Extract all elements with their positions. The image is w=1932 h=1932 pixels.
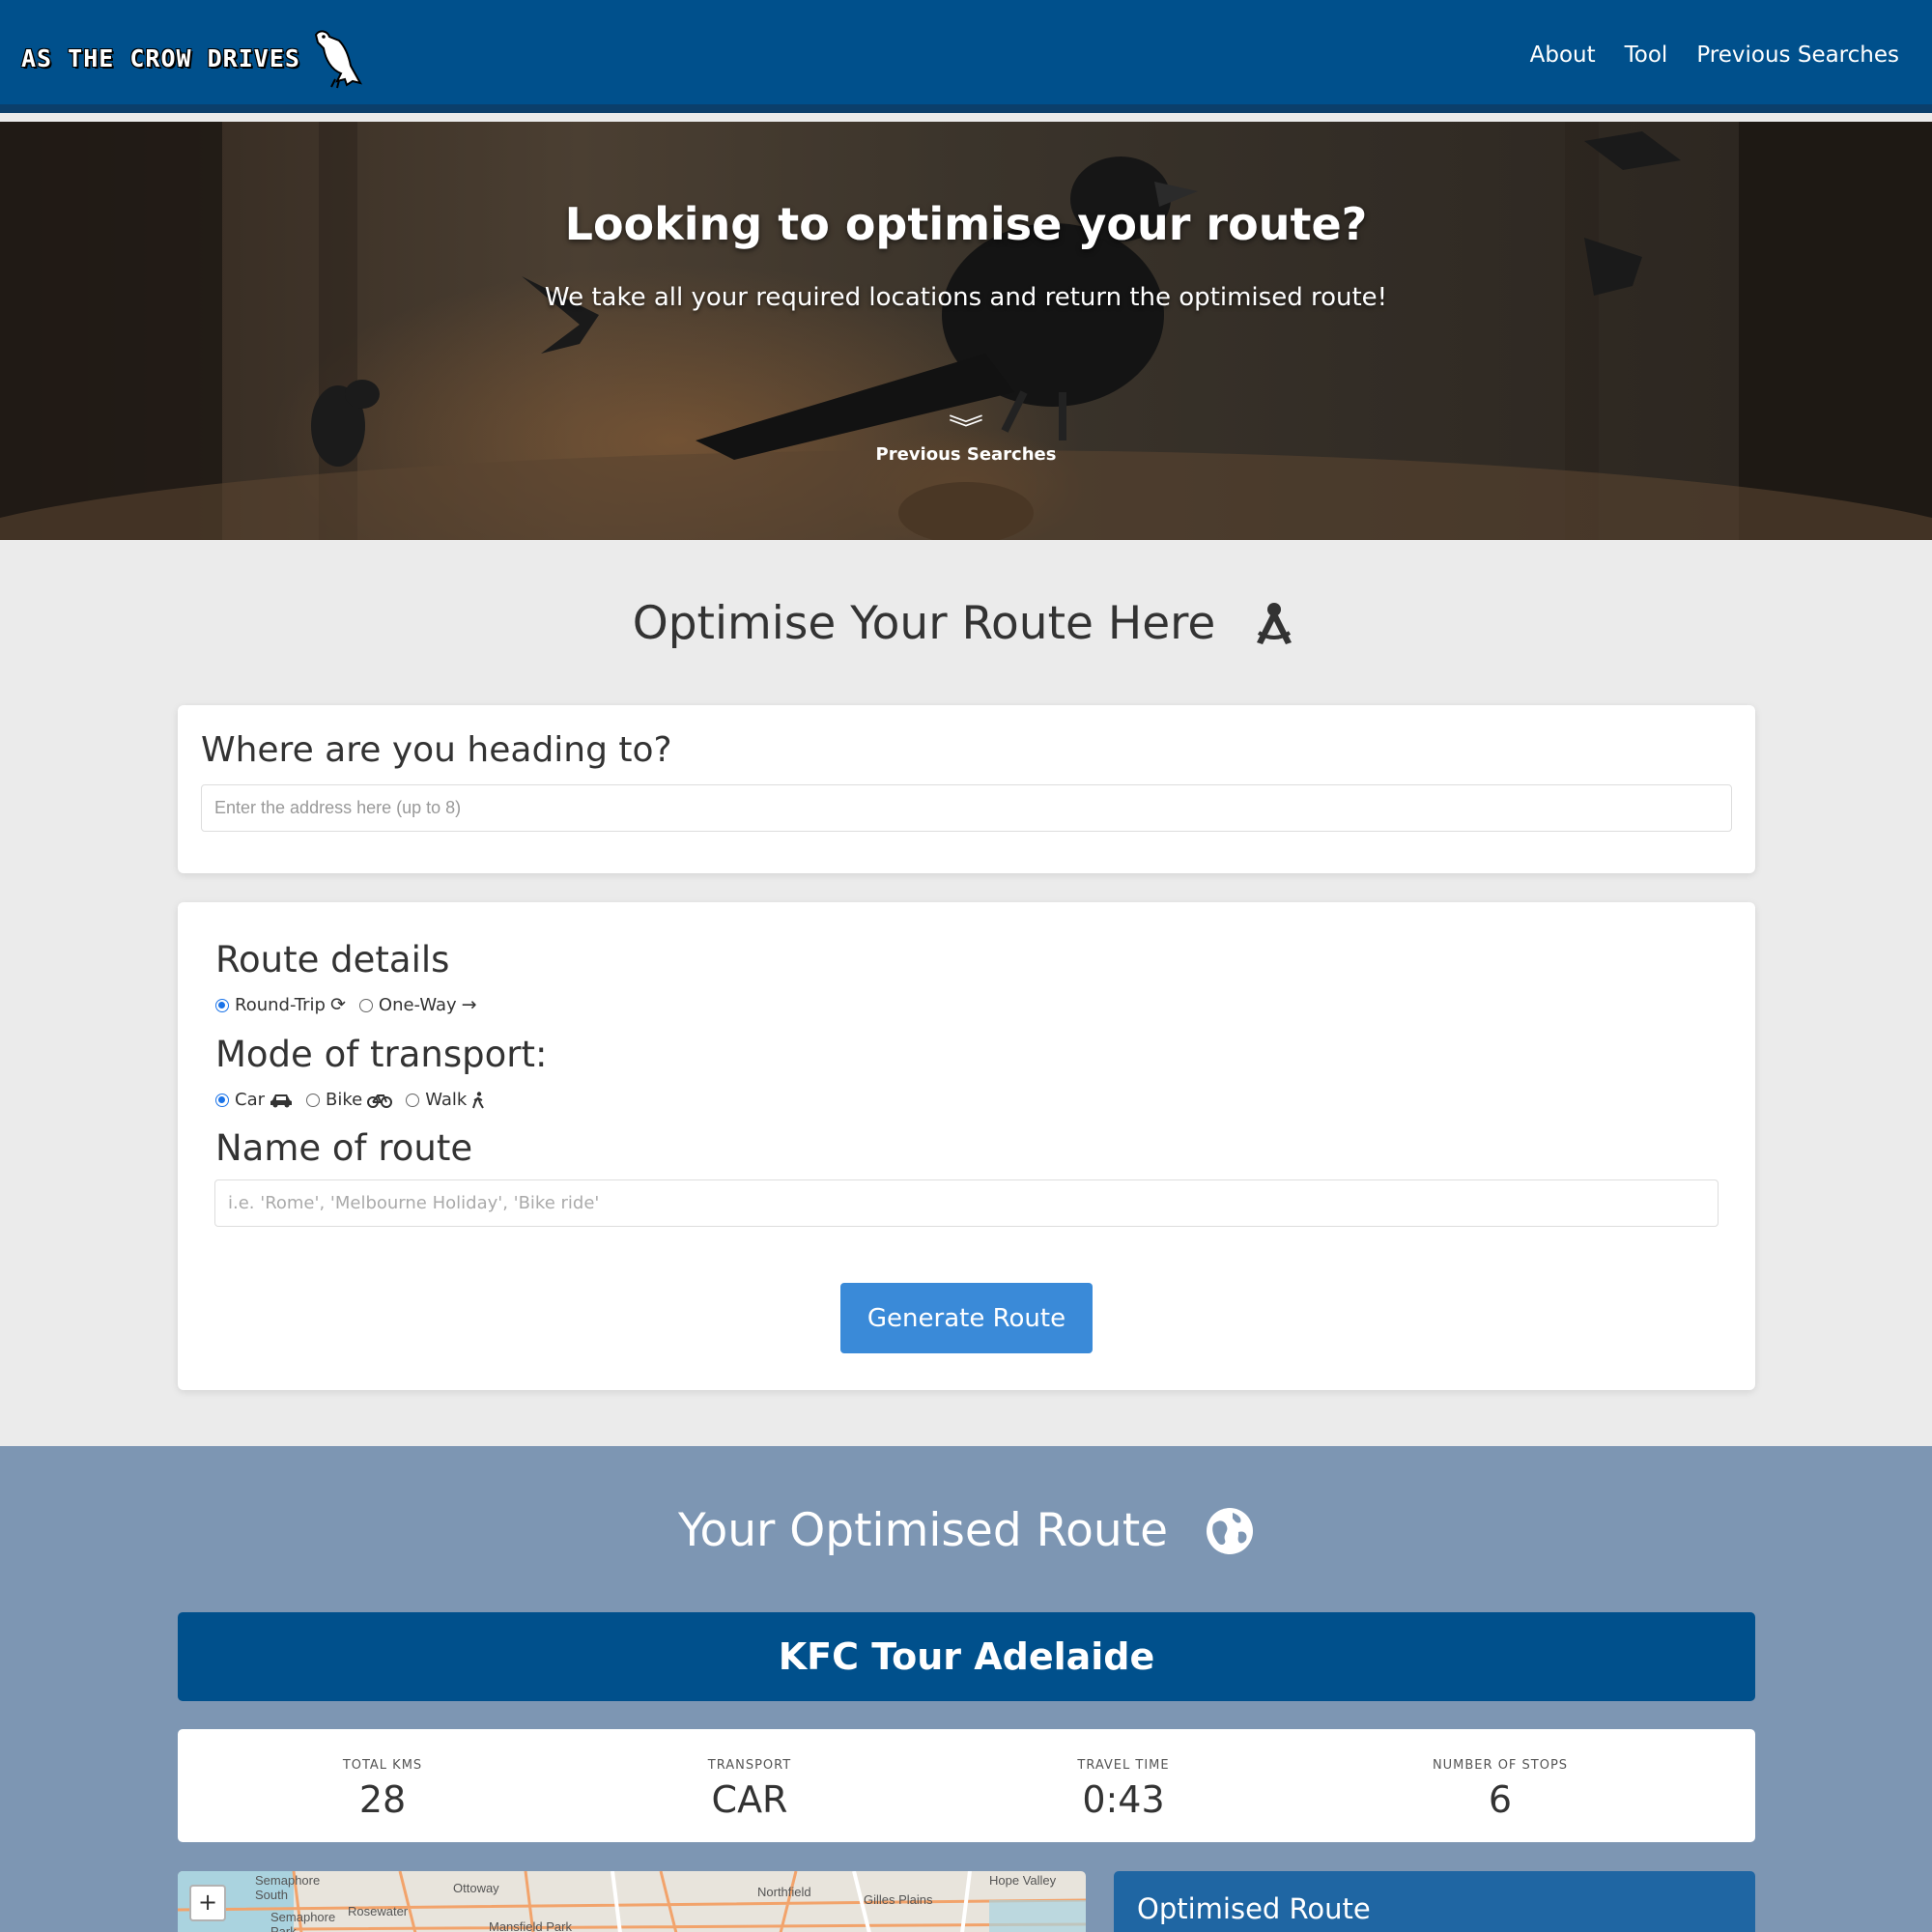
map-label-hope-valley: Hope Valley <box>989 1873 1057 1888</box>
result-section-title: Your Optimised Route <box>0 1504 1932 1557</box>
optimised-route-section: Your Optimised Route KFC Tour Adelaide T… <box>0 1446 1932 1932</box>
route-stats: TOTAL KMS 28 TRANSPORT CAR TRAVEL TIME 0… <box>178 1729 1755 1842</box>
map-label-gilles-plains: Gilles Plains <box>864 1892 933 1907</box>
optimised-route-panel-title: Optimised Route <box>1137 1892 1371 1925</box>
address-input[interactable] <box>201 784 1732 832</box>
map-label-semaphore-south: Semaphore South <box>255 1873 321 1902</box>
sync-icon: ⟳ <box>329 994 346 1015</box>
radio-car-label: Car <box>235 1090 265 1110</box>
double-chevron-down-icon: ︾ <box>948 412 984 444</box>
route-name-input[interactable] <box>214 1179 1719 1227</box>
stat-total-kms-value: 28 <box>358 1778 407 1821</box>
radio-one-way[interactable]: One-Way → <box>358 994 477 1015</box>
hero-title: Looking to optimise your route? <box>564 198 1368 250</box>
brand-logo[interactable]: AS THE CROW DRIVES <box>21 27 364 89</box>
navbar: AS THE CROW DRIVES About Tool Previous S… <box>0 0 1932 113</box>
arrow-right-icon: → <box>461 994 477 1015</box>
map-label-mansfield-park: Mansfield Park <box>489 1919 572 1932</box>
result-title-text: Your Optimised Route <box>678 1504 1169 1557</box>
stat-total-kms: TOTAL KMS 28 <box>257 1758 508 1821</box>
radio-walk-label: Walk <box>425 1090 468 1110</box>
optimise-title-text: Optimise Your Route Here <box>632 597 1216 650</box>
hero-crow-image <box>0 122 1932 540</box>
nav-previous-searches[interactable]: Previous Searches <box>1696 43 1899 68</box>
radio-one-way-control[interactable] <box>358 998 373 1012</box>
route-name-heading: Name of route <box>215 1127 473 1169</box>
radio-bike-control[interactable] <box>306 1093 320 1107</box>
nav-links: About Tool Previous Searches <box>1530 43 1899 68</box>
hero-banner: Looking to optimise your route? We take … <box>0 122 1932 540</box>
hero-subtitle: We take all your required locations and … <box>544 283 1388 312</box>
stat-travel-time-label: TRAVEL TIME <box>1077 1758 1170 1773</box>
destination-card: Where are you heading to? <box>178 705 1755 873</box>
brand-text: AS THE CROW DRIVES <box>21 43 300 72</box>
radio-car[interactable]: Car <box>215 1090 293 1110</box>
radio-round-trip-control[interactable] <box>215 998 229 1012</box>
stat-number-of-stops: NUMBER OF STOPS 6 <box>1375 1758 1626 1821</box>
radio-walk[interactable]: Walk <box>406 1090 485 1110</box>
radio-round-trip-label: Round-Trip <box>235 995 326 1015</box>
transport-heading: Mode of transport: <box>215 1034 548 1075</box>
route-details-heading: Route details <box>215 939 450 980</box>
bicycle-icon <box>367 1094 393 1108</box>
map-label-northfield: Northfield <box>757 1885 811 1899</box>
stat-travel-time-value: 0:43 <box>1082 1778 1165 1821</box>
crow-logo-icon <box>314 30 362 89</box>
stat-transport: TRANSPORT CAR <box>624 1758 875 1821</box>
radio-round-trip[interactable]: Round-Trip ⟳ <box>215 995 346 1015</box>
globe-icon <box>1207 1507 1253 1554</box>
nav-about[interactable]: About <box>1530 43 1596 68</box>
radio-walk-control[interactable] <box>406 1093 420 1107</box>
route-type-radio-group: Round-Trip ⟳ One-Way → <box>215 995 491 1015</box>
radio-car-control[interactable] <box>215 1093 229 1107</box>
hero-previous-searches-link[interactable]: ︾ Previous Searches <box>869 415 1063 466</box>
stat-transport-label: TRANSPORT <box>707 1758 792 1773</box>
radio-bike-label: Bike <box>326 1090 363 1110</box>
map-label-ottoway: Ottoway <box>453 1881 499 1895</box>
route-name-banner: KFC Tour Adelaide <box>178 1612 1755 1701</box>
radio-bike[interactable]: Bike <box>306 1090 393 1110</box>
map-zoom-in-button[interactable]: + <box>189 1885 226 1921</box>
optimised-route-panel: Optimised Route <box>1114 1871 1755 1932</box>
destination-heading: Where are you heading to? <box>201 730 672 770</box>
walking-icon <box>472 1091 485 1109</box>
stat-number-of-stops-value: 6 <box>1488 1778 1513 1821</box>
route-options-card: Route details Round-Trip ⟳ One-Way → Mod… <box>178 902 1755 1390</box>
stat-travel-time: TRAVEL TIME 0:43 <box>998 1758 1249 1821</box>
map-label-rosewater: Rosewater <box>348 1904 409 1918</box>
car-icon <box>270 1094 292 1107</box>
stat-number-of-stops-label: NUMBER OF STOPS <box>1432 1758 1569 1773</box>
map-label-semaphore-park: Semaphore Park <box>270 1910 336 1932</box>
generate-route-button[interactable]: Generate Route <box>840 1283 1093 1353</box>
stat-transport-value: CAR <box>711 1778 788 1821</box>
stat-total-kms-label: TOTAL KMS <box>342 1758 423 1773</box>
transport-radio-group: Car Bike Walk <box>215 1090 498 1110</box>
radio-one-way-label: One-Way <box>378 995 457 1015</box>
nav-tool[interactable]: Tool <box>1625 43 1668 68</box>
hero-previous-searches-label: Previous Searches <box>875 444 1057 465</box>
route-map[interactable]: + Semaphore South Ottoway Rosewater Sema… <box>178 1871 1086 1932</box>
compass-drafting-icon <box>1257 602 1293 644</box>
optimise-section-title: Optimise Your Route Here <box>0 597 1932 650</box>
